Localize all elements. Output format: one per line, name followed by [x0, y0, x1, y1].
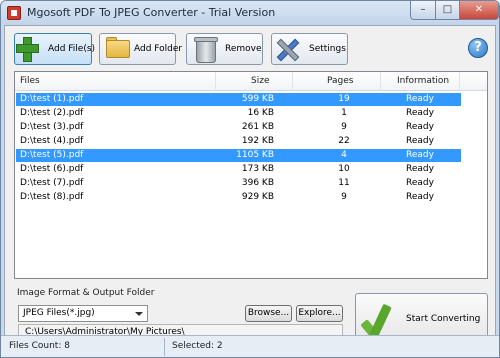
file-status: Ready: [406, 122, 434, 132]
remove-button[interactable]: Remove: [186, 33, 263, 65]
settings-label: Settings: [309, 44, 346, 54]
file-name: D:\test (7).pdf: [20, 178, 84, 188]
checkmark-icon: [364, 304, 394, 338]
table-row[interactable]: D:\test (1).pdf 599 KB 19 Ready: [16, 93, 461, 106]
file-name: D:\test (4).pdf: [20, 136, 84, 146]
file-status: Ready: [406, 150, 434, 160]
format-select[interactable]: JPEG Files(*.jpg): [18, 305, 148, 322]
column-header-pages[interactable]: Pages: [327, 76, 353, 86]
page-count: 10: [338, 164, 350, 174]
page-count: 9: [341, 122, 347, 132]
page-count: 1: [341, 108, 347, 118]
file-status: Ready: [406, 136, 434, 146]
table-row[interactable]: D:\test (4).pdf 192 KB 22 Ready: [16, 135, 461, 148]
minimize-button[interactable]: –: [410, 1, 436, 20]
list-header: Files Size Pages Information: [15, 72, 487, 91]
page-count: 11: [338, 178, 350, 188]
file-status: Ready: [406, 108, 434, 118]
file-name: D:\test (8).pdf: [20, 192, 84, 202]
file-status: Ready: [406, 192, 434, 202]
file-name: D:\test (2).pdf: [20, 108, 84, 118]
file-list[interactable]: Files Size Pages Information D:\test (1)…: [14, 71, 488, 279]
table-row[interactable]: D:\test (5).pdf 1105 KB 4 Ready: [16, 149, 461, 162]
file-size: 929 KB: [241, 192, 274, 202]
status-bar: Files Count: 8 Selected: 2: [1, 335, 499, 357]
file-name: D:\test (3).pdf: [20, 122, 84, 132]
output-group-label: Image Format & Output Folder: [17, 288, 155, 298]
table-row[interactable]: D:\test (6).pdf 173 KB 10 Ready: [16, 163, 461, 176]
window-title: Mgosoft PDF To JPEG Converter - Trial Ve…: [27, 6, 276, 19]
maximize-button[interactable]: □: [435, 1, 460, 20]
page-count: 9: [341, 192, 347, 202]
file-size: 396 KB: [241, 178, 274, 188]
column-header-size[interactable]: Size: [251, 76, 269, 86]
table-row[interactable]: D:\test (7).pdf 396 KB 11 Ready: [16, 177, 461, 190]
add-folder-label: Add Folder: [134, 44, 183, 54]
title-bar[interactable]: Mgosoft PDF To JPEG Converter - Trial Ve…: [1, 1, 499, 25]
table-row[interactable]: D:\test (8).pdf 929 KB 9 Ready: [16, 191, 461, 204]
file-size: 1105 KB: [236, 150, 274, 160]
chevron-down-icon: [135, 312, 143, 316]
file-name: D:\test (6).pdf: [20, 164, 84, 174]
file-size: 192 KB: [241, 136, 274, 146]
format-select-value: JPEG Files(*.jpg): [23, 308, 95, 318]
column-header-information[interactable]: Information: [397, 76, 449, 86]
file-name: D:\test (5).pdf: [20, 150, 84, 160]
file-size: 599 KB: [241, 94, 274, 104]
selected-count: Selected: 2: [172, 341, 223, 351]
file-size: 16 KB: [247, 108, 274, 118]
add-files-label: Add File(s): [48, 44, 96, 54]
app-window: Mgosoft PDF To JPEG Converter - Trial Ve…: [0, 0, 500, 358]
file-status: Ready: [406, 178, 434, 188]
table-row[interactable]: D:\test (2).pdf 16 KB 1 Ready: [16, 107, 461, 120]
remove-label: Remove: [225, 44, 262, 54]
close-button[interactable]: ✕: [459, 1, 499, 20]
main-panel: Add File(s) Add Folder Remove Settings ?…: [4, 25, 496, 355]
settings-button[interactable]: Settings: [271, 33, 348, 65]
page-count: 22: [338, 136, 350, 146]
file-name: D:\test (1).pdf: [20, 94, 84, 104]
file-status: Ready: [406, 94, 434, 104]
page-count: 19: [338, 94, 350, 104]
browse-button[interactable]: Browse...: [245, 305, 292, 322]
app-icon: [7, 6, 21, 20]
table-row[interactable]: D:\test (3).pdf 261 KB 9 Ready: [16, 121, 461, 134]
add-folder-button[interactable]: Add Folder: [99, 33, 182, 65]
file-size: 261 KB: [241, 122, 274, 132]
column-header-files[interactable]: Files: [20, 76, 40, 86]
explore-button[interactable]: Explore...: [296, 305, 343, 322]
start-converting-label: Start Converting: [406, 314, 481, 324]
file-status: Ready: [406, 164, 434, 174]
add-files-button[interactable]: Add File(s): [14, 33, 96, 65]
help-icon[interactable]: ?: [468, 38, 488, 58]
page-count: 4: [341, 150, 347, 160]
file-size: 173 KB: [241, 164, 274, 174]
files-count: Files Count: 8: [9, 341, 70, 351]
